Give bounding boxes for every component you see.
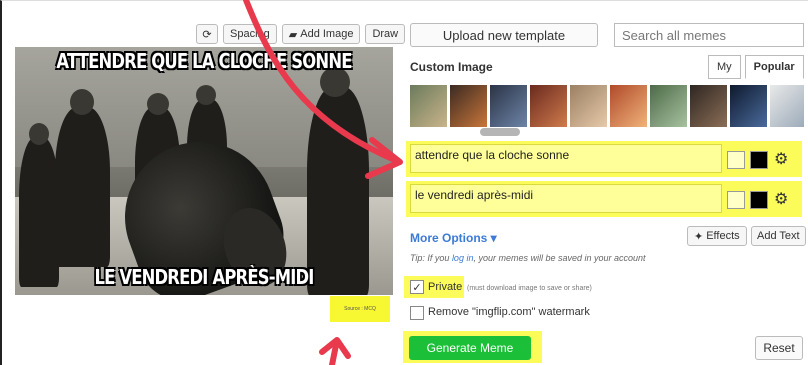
- meme-top-caption[interactable]: ATTENDRE QUE LA CLOCHE SONNE: [49, 49, 359, 73]
- template-tabs: My Popular: [708, 55, 804, 79]
- person-figure: [307, 87, 369, 295]
- private-label: Private: [428, 281, 463, 293]
- template-thumbnail[interactable]: [450, 85, 487, 127]
- editor-toolbar: ⟳ Spacing ▰ Add Image Draw: [196, 24, 406, 44]
- effects-button[interactable]: ✦ Effects: [687, 226, 747, 246]
- upload-template-button[interactable]: Upload new template: [410, 23, 598, 47]
- text-color-swatch[interactable]: [727, 191, 745, 209]
- template-thumbnail[interactable]: [610, 85, 647, 127]
- thumbnail-scrollbar[interactable]: [480, 128, 520, 136]
- caption-input-1[interactable]: attendre que la cloche sonne: [410, 144, 722, 173]
- template-thumbnail[interactable]: [410, 85, 447, 127]
- tip-prefix: Tip: If you: [410, 253, 452, 263]
- search-memes-input[interactable]: Search all memes: [614, 23, 804, 47]
- spacing-button[interactable]: Spacing: [223, 24, 277, 44]
- outline-color-swatch[interactable]: [750, 191, 768, 209]
- checkmark-icon: ✓: [412, 281, 422, 294]
- person-head: [29, 123, 49, 145]
- caption-input-2[interactable]: le vendredi après-midi: [410, 184, 722, 213]
- more-options-link[interactable]: More Options ▾: [410, 231, 497, 245]
- gear-icon[interactable]: ⚙: [774, 189, 788, 209]
- add-text-button[interactable]: Add Text: [751, 226, 806, 246]
- text-box-1: attendre que la cloche sonne ⚙: [406, 141, 802, 177]
- tab-popular[interactable]: Popular: [744, 55, 804, 79]
- outline-color-swatch[interactable]: [750, 151, 768, 169]
- template-thumbnails: [410, 85, 804, 127]
- tab-my[interactable]: My: [708, 55, 741, 79]
- meme-preview[interactable]: ATTENDRE QUE LA CLOCHE SONNE LE VENDREDI…: [15, 47, 393, 295]
- login-link[interactable]: log in: [452, 253, 474, 263]
- meme-bottom-caption[interactable]: LE VENDREDI APRÈS-MIDI: [49, 265, 359, 289]
- draw-label: Draw: [372, 28, 399, 40]
- spacing-label: Spacing: [230, 28, 270, 40]
- watermark-checkbox[interactable]: [410, 306, 424, 320]
- sparkle-icon: ✦: [694, 230, 704, 243]
- login-tip: Tip: If you log in, your memes will be s…: [410, 253, 646, 263]
- person-head: [147, 93, 169, 115]
- private-checkbox[interactable]: ✓: [410, 280, 424, 294]
- effects-label: Effects: [706, 230, 740, 242]
- reset-button[interactable]: Reset: [755, 336, 803, 360]
- image-icon: ▰: [288, 28, 298, 41]
- draw-button[interactable]: Draw: [365, 24, 406, 44]
- person-head: [70, 89, 94, 115]
- template-thumbnail[interactable]: [690, 85, 727, 127]
- gear-icon[interactable]: ⚙: [774, 149, 788, 169]
- custom-image-heading: Custom Image: [410, 60, 493, 74]
- template-thumbnail[interactable]: [770, 85, 804, 127]
- rotate-icon: ⟳: [202, 28, 212, 41]
- add-image-label: Add Image: [300, 28, 354, 40]
- template-thumbnail[interactable]: [490, 85, 527, 127]
- source-sticker: Source : MCQ: [330, 296, 390, 322]
- tip-suffix: , your memes will be saved in your accou…: [473, 253, 646, 263]
- template-thumbnail[interactable]: [650, 85, 687, 127]
- template-thumbnail[interactable]: [530, 85, 567, 127]
- text-box-2: le vendredi après-midi ⚙: [406, 181, 802, 217]
- private-note: (must download image to save or share): [467, 285, 592, 292]
- template-thumbnail[interactable]: [730, 85, 767, 127]
- generate-meme-button[interactable]: Generate Meme: [409, 336, 531, 360]
- person-head: [196, 85, 216, 105]
- template-thumbnail[interactable]: [570, 85, 607, 127]
- person-figure: [55, 107, 110, 267]
- add-image-button[interactable]: ▰ Add Image: [281, 24, 361, 44]
- text-color-swatch[interactable]: [727, 151, 745, 169]
- rotate-button[interactable]: ⟳: [196, 24, 218, 44]
- watermark-label: Remove "imgflip.com" watermark: [428, 306, 590, 318]
